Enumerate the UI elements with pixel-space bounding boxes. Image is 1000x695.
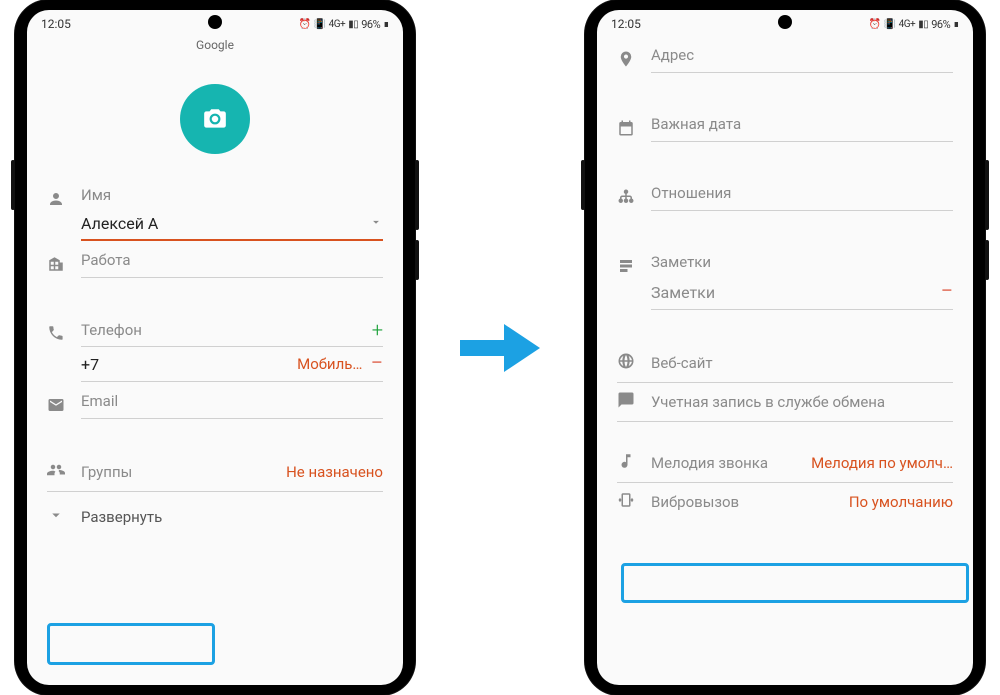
phone-field[interactable]: Телефон + +7 Мобиль… −	[47, 312, 383, 384]
remove-notes-button[interactable]: −	[940, 281, 953, 303]
date-label: Важная дата	[651, 115, 953, 142]
network-icon: 4G+	[329, 19, 346, 30]
email-field[interactable]: Email	[47, 384, 383, 421]
alarm-icon: ⏰	[299, 19, 311, 30]
email-icon	[47, 392, 67, 418]
vibration-field[interactable]: Вибровызов По умолчанию	[617, 483, 953, 521]
side-button	[415, 160, 419, 230]
alarm-icon: ⏰	[869, 19, 881, 30]
remove-phone-button[interactable]: −	[370, 353, 383, 375]
battery-icon: ∎	[953, 19, 959, 30]
building-icon	[47, 251, 67, 277]
side-button	[11, 160, 15, 210]
music-note-icon	[617, 452, 637, 474]
status-icons: ⏰ 📳 4G+ ▮▯ 96% ∎	[869, 18, 959, 31]
phone-right: 12:05 ⏰ 📳 4G+ ▮▯ 96% ∎ Адрес	[585, 0, 985, 695]
phone-input[interactable]: +7	[81, 355, 289, 374]
address-field[interactable]: Адрес	[617, 38, 953, 75]
name-field[interactable]: Имя Алексей А	[47, 178, 383, 243]
battery-icon: ∎	[383, 19, 389, 30]
chat-icon	[617, 391, 637, 413]
notes-label: Заметки	[651, 253, 953, 275]
name-input[interactable]: Алексей А	[81, 214, 361, 233]
ringtone-value: Мелодия по умолч…	[790, 454, 953, 472]
highlight-box	[47, 623, 215, 665]
add-phone-button[interactable]: +	[372, 320, 383, 340]
ringtone-label: Мелодия звонка	[651, 454, 768, 472]
camera-icon	[202, 106, 228, 132]
battery-text: 96%	[931, 18, 950, 31]
front-camera	[778, 15, 792, 29]
relations-field[interactable]: Отношения	[617, 176, 953, 213]
vibration-label: Вибровызов	[651, 493, 835, 511]
phone-left: 12:05 ⏰ 📳 4G+ ▮▯ 96% ∎ Google	[15, 0, 415, 695]
relations-label: Отношения	[651, 184, 953, 211]
vibration-value: По умолчанию	[849, 493, 953, 511]
expand-button[interactable]: Развернуть	[47, 492, 383, 540]
phone-icon	[47, 320, 67, 346]
battery-text: 96%	[361, 18, 380, 31]
phone-label: Телефон	[81, 321, 142, 339]
relations-icon	[617, 184, 637, 210]
vibrate-icon: 📳	[314, 19, 326, 30]
signal-icon: ▮▯	[348, 19, 358, 30]
work-label: Работа	[81, 251, 383, 278]
vibrate-icon: 📳	[884, 19, 896, 30]
work-field[interactable]: Работа	[47, 243, 383, 280]
website-field[interactable]: Веб-сайт	[617, 344, 953, 383]
notes-icon	[617, 253, 637, 279]
ringtone-field[interactable]: Мелодия звонка Мелодия по умолч…	[617, 444, 953, 483]
notes-field[interactable]: Заметки Заметки −	[617, 245, 953, 312]
side-button	[985, 240, 989, 280]
groups-icon	[47, 461, 67, 483]
signal-icon: ▮▯	[918, 19, 928, 30]
calendar-icon	[617, 115, 637, 141]
network-icon: 4G+	[899, 19, 916, 30]
address-label: Адрес	[651, 46, 953, 73]
chevron-down-icon[interactable]	[369, 214, 383, 233]
notes-input[interactable]: Заметки	[651, 283, 932, 302]
side-button	[415, 240, 419, 280]
groups-value: Не назначено	[286, 463, 383, 481]
email-label: Email	[81, 392, 383, 419]
side-button	[985, 160, 989, 230]
clock: 12:05	[41, 17, 71, 31]
location-icon	[617, 46, 637, 72]
date-field[interactable]: Важная дата	[617, 107, 953, 144]
expand-label: Развернуть	[81, 508, 162, 526]
exchange-field[interactable]: Учетная запись в службе обмена	[617, 383, 953, 422]
highlight-box	[621, 563, 969, 603]
chevron-down-icon	[47, 506, 67, 528]
account-label[interactable]: Google	[27, 34, 403, 54]
vibration-icon	[617, 491, 637, 513]
arrow-right-icon	[455, 318, 545, 378]
groups-label: Группы	[81, 463, 272, 481]
front-camera	[208, 15, 222, 29]
phone-type-selector[interactable]: Мобиль…	[297, 355, 362, 373]
status-icons: ⏰ 📳 4G+ ▮▯ 96% ∎	[299, 18, 389, 31]
person-icon	[47, 186, 67, 212]
groups-field[interactable]: Группы Не назначено	[47, 453, 383, 492]
exchange-label: Учетная запись в службе обмена	[651, 393, 953, 411]
globe-icon	[617, 352, 637, 374]
contact-photo-button[interactable]	[180, 84, 250, 154]
name-label: Имя	[81, 186, 383, 208]
side-button	[581, 160, 585, 210]
website-label: Веб-сайт	[651, 354, 953, 372]
clock: 12:05	[611, 17, 641, 31]
